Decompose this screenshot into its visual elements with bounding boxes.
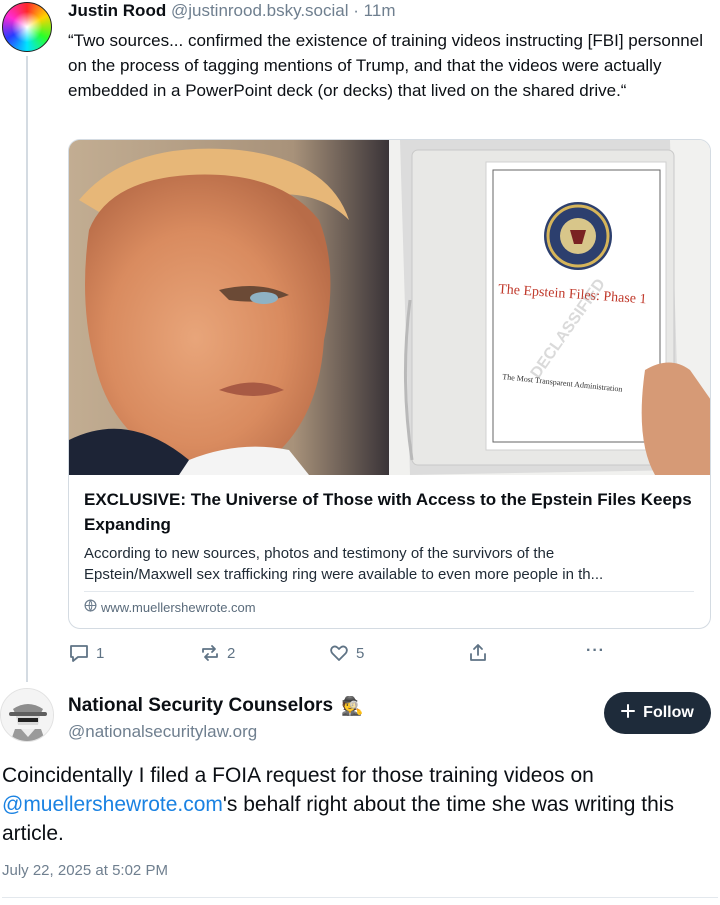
reply-count: 1	[96, 644, 105, 662]
link-card-description-line2: Epstein/Maxwell sex trafficking ring wer…	[84, 566, 604, 583]
link-card[interactable]: The Epstein Files: Phase 1 DECLASSIFIED …	[68, 139, 711, 629]
post-time[interactable]: 11m	[364, 1, 396, 20]
reply-timestamp[interactable]: July 22, 2025 at 5:02 PM	[2, 862, 168, 879]
repost-icon	[199, 642, 221, 664]
reply-text: Coincidentally I filed a FOIA request fo…	[2, 761, 718, 848]
link-card-divider	[84, 591, 694, 592]
portrait-photo	[69, 140, 389, 475]
mention-link[interactable]: @muellershewrote.com	[2, 793, 223, 816]
like-button[interactable]: 5	[328, 642, 364, 664]
bottom-divider	[2, 897, 718, 898]
reply-button[interactable]: 1	[68, 642, 104, 664]
link-card-description-line1: According to new sources, photos and tes…	[84, 545, 555, 562]
like-count: 5	[356, 644, 365, 662]
repost-count: 2	[227, 644, 236, 662]
separator: ·	[353, 1, 359, 20]
heart-icon	[328, 642, 350, 664]
link-card-title[interactable]: EXCLUSIVE: The Universe of Those with Ac…	[84, 487, 694, 537]
more-icon: ···	[586, 642, 605, 659]
reply-author-name-text: National Security Counselors	[68, 695, 334, 716]
plus-icon	[621, 703, 636, 723]
follow-label: Follow	[643, 704, 694, 721]
reply-icon	[68, 642, 90, 664]
author-name[interactable]: Justin Rood	[68, 1, 166, 20]
globe-icon	[84, 599, 97, 615]
post: Justin Rood @justinrood.bsky.social · 11…	[68, 0, 713, 103]
binder-photo: The Epstein Files: Phase 1 DECLASSIFIED …	[389, 140, 710, 475]
reply-text-before: Coincidentally I filed a FOIA request fo…	[2, 764, 594, 787]
link-card-image: The Epstein Files: Phase 1 DECLASSIFIED …	[69, 140, 710, 475]
post-actions: 1 2 5 ···	[68, 642, 608, 668]
link-card-domain[interactable]: www.muellershewrote.com	[84, 599, 694, 615]
follow-button[interactable]: Follow	[604, 692, 711, 734]
link-card-body: EXCLUSIVE: The Universe of Those with Ac…	[69, 475, 710, 615]
repost-button[interactable]: 2	[199, 642, 235, 664]
post-text: “Two sources... confirmed the existence …	[68, 31, 703, 100]
avatar[interactable]	[2, 2, 52, 52]
detective-emoji-icon: 🕵	[341, 696, 364, 716]
link-card-domain-text: www.muellershewrote.com	[101, 599, 256, 615]
share-icon	[467, 642, 489, 664]
reply-author-handle[interactable]: @nationalsecuritylaw.org	[68, 720, 257, 744]
author-handle[interactable]: @justinrood.bsky.social	[171, 1, 349, 20]
reply-author-name[interactable]: National Security Counselors 🕵	[68, 693, 363, 719]
thread-line	[26, 56, 28, 682]
share-button[interactable]	[467, 642, 489, 664]
post-header: Justin Rood @justinrood.bsky.social · 11…	[68, 0, 713, 24]
reply-avatar[interactable]	[0, 688, 54, 742]
more-options-button[interactable]: ···	[586, 642, 605, 660]
